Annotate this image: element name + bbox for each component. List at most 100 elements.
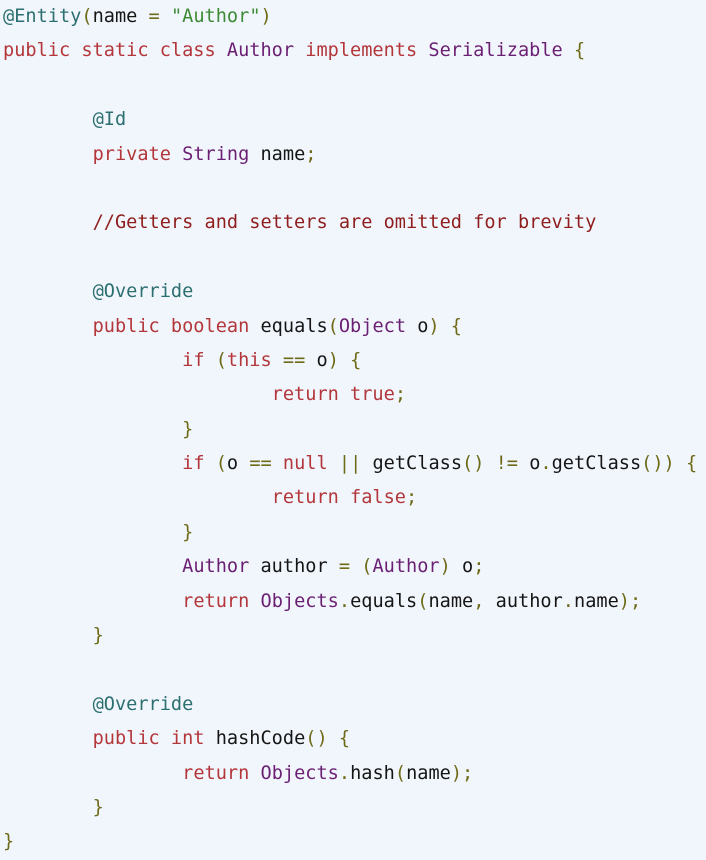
- punctuation-token: ) {: [428, 315, 463, 337]
- code-line: Author author = (Author) o;: [3, 550, 706, 584]
- identifier-token: hash: [350, 762, 395, 784]
- comment-token: //Getters and setters are omitted for br…: [92, 212, 597, 234]
- identifier-token: name: [92, 6, 138, 27]
- punctuation-token: (: [417, 590, 429, 612]
- string-token: "Author": [170, 6, 261, 27]
- punctuation-token: ()) {: [641, 453, 698, 475]
- identifier-token: o: [226, 453, 239, 475]
- code-line: @Override: [3, 275, 706, 309]
- punctuation-token: ==: [238, 453, 283, 475]
- punctuation-token: }: [92, 796, 104, 818]
- punctuation-token: ) {: [327, 349, 362, 371]
- code-line: return true;: [3, 378, 706, 412]
- identifier-token: name: [406, 762, 451, 784]
- code-line: @Id: [3, 103, 706, 137]
- identifier-token: name: [249, 143, 306, 165]
- annotation-token: @Override: [92, 281, 194, 303]
- identifier-token: o: [406, 315, 429, 337]
- keyword-token: public static class: [3, 40, 227, 62]
- punctuation-token: }: [3, 831, 15, 853]
- punctuation-token: () !=: [462, 453, 530, 475]
- code-line: return Objects.equals(name, author.name)…: [3, 585, 706, 619]
- identifier-token: o: [316, 349, 328, 371]
- code-line: @Override: [3, 688, 706, 722]
- keyword-token: return true: [271, 384, 395, 406]
- keyword-token: return false: [271, 487, 407, 509]
- keyword-token: return: [182, 762, 261, 784]
- identifier-token: name: [428, 590, 474, 612]
- punctuation-token: ==: [271, 349, 317, 371]
- punctuation-token: (: [81, 6, 93, 27]
- punctuation-token: ): [439, 556, 463, 578]
- punctuation-token: }: [92, 625, 104, 647]
- punctuation-token: ||: [327, 453, 373, 475]
- punctuation-token: );: [618, 590, 642, 612]
- punctuation-token: (: [394, 762, 407, 784]
- identifier-token: equals: [350, 590, 418, 612]
- punctuation-token: ;: [305, 143, 317, 165]
- punctuation-token: (: [215, 453, 227, 475]
- type-token: Author: [182, 556, 250, 578]
- punctuation-token: .: [338, 762, 351, 784]
- code-line: return Objects.hash(name);: [3, 757, 706, 791]
- type-token: Serializable: [428, 40, 563, 62]
- keyword-token: if: [182, 349, 216, 371]
- punctuation-token: = (: [327, 556, 373, 578]
- code-line: }: [3, 413, 706, 447]
- annotation-token: @Entity: [3, 6, 82, 27]
- punctuation-token: () {: [305, 728, 351, 750]
- punctuation-token: }: [182, 521, 194, 543]
- code-line: if (o == null || getClass() != o.getClas…: [3, 447, 706, 481]
- code-line: }: [3, 516, 706, 550]
- type-token: Objects: [260, 590, 339, 612]
- code-line: if (this == o) {: [3, 344, 706, 378]
- punctuation-token: ,: [473, 590, 496, 612]
- punctuation-token: );: [450, 762, 474, 784]
- punctuation-token: ;: [394, 384, 407, 406]
- code-line: @Entity(name = "Author"): [3, 0, 706, 34]
- keyword-token: public int: [92, 728, 216, 750]
- code-block: @Entity(name = "Author") public static cl…: [0, 0, 706, 860]
- keyword-token: public boolean: [92, 315, 261, 337]
- punctuation-token: .: [562, 590, 574, 612]
- annotation-token: @Id: [92, 109, 127, 131]
- keyword-token: implements: [294, 40, 429, 62]
- identifier-token: getClass: [372, 453, 463, 475]
- keyword-token: this: [226, 349, 272, 371]
- identifier-token: equals: [260, 315, 328, 337]
- punctuation-token: (: [327, 315, 339, 337]
- identifier-token: o: [462, 556, 474, 578]
- identifier-token: getClass: [551, 453, 642, 475]
- punctuation-token: ;: [473, 556, 485, 578]
- annotation-token: @Override: [92, 693, 194, 715]
- keyword-token: private: [92, 143, 183, 165]
- code-line: public static class Author implements Se…: [3, 34, 706, 68]
- keyword-token: return: [182, 590, 261, 612]
- punctuation-token: (: [215, 349, 227, 371]
- code-line: public boolean equals(Object o) {: [3, 310, 706, 344]
- keyword-token: null: [282, 453, 328, 475]
- identifier-token: hashCode: [215, 728, 306, 750]
- punctuation-token: .: [540, 453, 552, 475]
- punctuation-token: .: [338, 590, 351, 612]
- type-token: Object: [338, 315, 407, 337]
- punctuation-token: {: [562, 40, 586, 62]
- identifier-token: o: [529, 453, 541, 475]
- identifier-token: author: [249, 556, 328, 578]
- code-line: }: [3, 619, 706, 653]
- code-line: return false;: [3, 481, 706, 515]
- code-line: private String name;: [3, 138, 706, 172]
- code-line: }: [3, 791, 706, 825]
- punctuation-token: ): [260, 6, 272, 27]
- type-token: Author: [372, 556, 440, 578]
- code-line: //Getters and setters are omitted for br…: [3, 206, 706, 240]
- identifier-token: author: [495, 590, 563, 612]
- punctuation-token: }: [182, 418, 194, 440]
- type-token: Author: [226, 40, 295, 62]
- identifier-token: name: [574, 590, 619, 612]
- keyword-token: if: [182, 453, 216, 475]
